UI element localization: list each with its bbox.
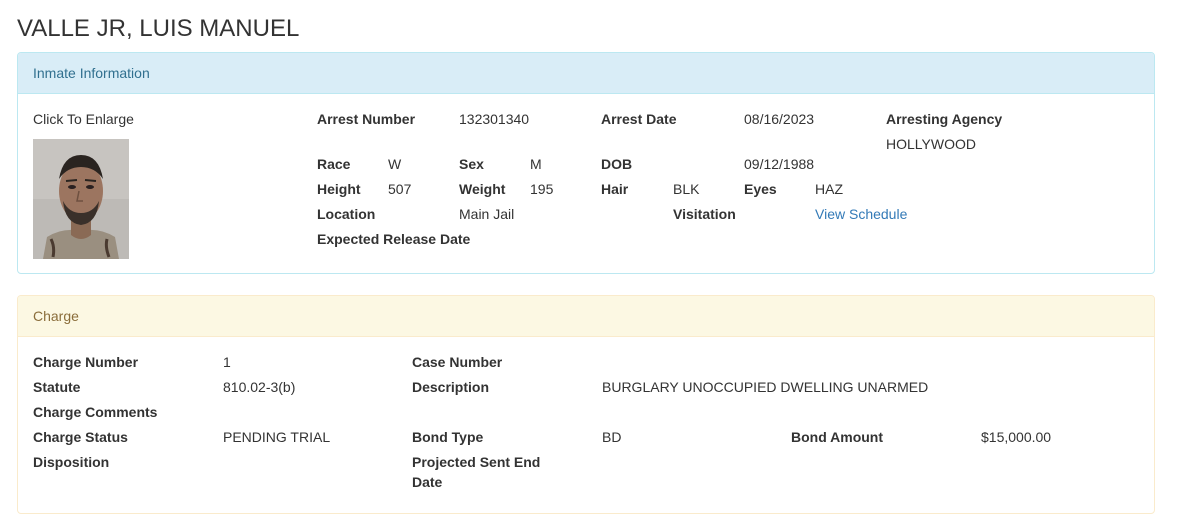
arresting-agency-value: HOLLYWOOD: [886, 136, 976, 152]
charge-panel: Charge Charge Number 1 Case Number Statu…: [17, 295, 1155, 514]
hair-label: Hair: [601, 181, 629, 197]
projected-sent-end-label: Projected Sent End: [412, 454, 541, 470]
mugshot-icon: [33, 139, 129, 259]
charge-comments-label: Charge Comments: [33, 404, 158, 420]
expected-release-label: Expected Release Date: [317, 231, 471, 247]
dob-value: 09/12/1988: [744, 156, 815, 172]
hair-value: BLK: [673, 181, 700, 197]
weight-label: Weight: [459, 181, 506, 197]
weight-value: 195: [530, 181, 554, 197]
description-value: BURGLARY UNOCCUPIED DWELLING UNARMED: [602, 379, 929, 395]
bond-amount-value: $15,000.00: [981, 429, 1052, 445]
view-schedule-link[interactable]: View Schedule: [815, 205, 907, 223]
description-label: Description: [412, 379, 490, 395]
race-value: W: [388, 156, 402, 172]
inmate-info-panel: Inmate Information Click To Enlarge Arre…: [17, 52, 1155, 274]
mugshot-photo[interactable]: [33, 139, 129, 259]
sex-value: M: [530, 156, 542, 172]
charge-number-value: 1: [223, 354, 231, 370]
click-to-enlarge-label: Click To Enlarge: [33, 111, 134, 127]
bond-type-value: BD: [602, 429, 622, 445]
disposition-label: Disposition: [33, 454, 110, 470]
page-title: VALLE JR, LUIS MANUEL: [17, 15, 300, 42]
charge-number-label: Charge Number: [33, 354, 139, 370]
charge-heading: Charge: [18, 296, 1154, 337]
charge-status-value: PENDING TRIAL: [223, 429, 331, 445]
arrest-number-label: Arrest Number: [317, 111, 416, 127]
eyes-value: HAZ: [815, 181, 843, 197]
arresting-agency-label: Arresting Agency: [886, 111, 1003, 127]
case-number-label: Case Number: [412, 354, 503, 370]
bond-type-label: Bond Type: [412, 429, 484, 445]
dob-label: DOB: [601, 156, 633, 172]
sex-label: Sex: [459, 156, 484, 172]
location-label: Location: [317, 206, 376, 222]
race-label: Race: [317, 156, 351, 172]
projected-sent-end-label-date: Date: [412, 474, 443, 490]
visitation-label: Visitation: [673, 206, 736, 222]
arrest-date-label: Arrest Date: [601, 111, 677, 127]
location-value: Main Jail: [459, 206, 515, 222]
arrest-number-value: 132301340: [459, 111, 530, 127]
arrest-date-value: 08/16/2023: [744, 111, 815, 127]
statute-value: 810.02-3(b): [223, 379, 296, 395]
bond-amount-label: Bond Amount: [791, 429, 884, 445]
charge-status-label: Charge Status: [33, 429, 128, 445]
height-label: Height: [317, 181, 361, 197]
eyes-label: Eyes: [744, 181, 777, 197]
inmate-info-heading: Inmate Information: [18, 53, 1154, 94]
statute-label: Statute: [33, 379, 81, 395]
height-value: 507: [388, 181, 412, 197]
